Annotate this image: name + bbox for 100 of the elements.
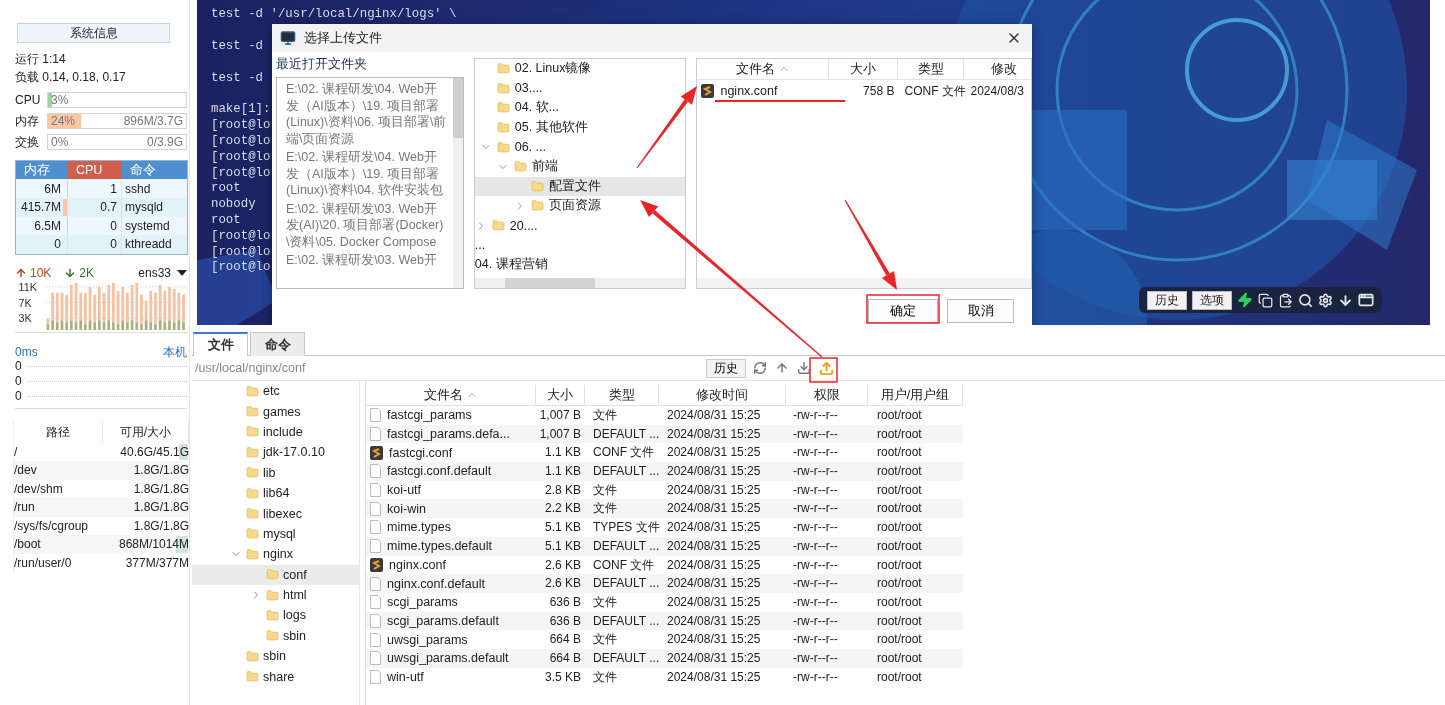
tree-item[interactable]: lib64 (192, 482, 359, 504)
file-name: nginx.conf.default (387, 576, 485, 591)
axis-label: 11K (18, 280, 37, 293)
folder-icon (530, 179, 544, 193)
recent-folder-item[interactable]: E:\02. 课程研发\04. Web开发（AI版本）\19. 项目部署(Linux)\资料\04. 软件安装包 (286, 149, 449, 199)
table-cell-text: 2024/08/31 15:25 (666, 407, 762, 424)
tree-item[interactable]: jdk-17.0.10 (192, 442, 359, 463)
lightning-icon[interactable] (1237, 292, 1253, 308)
host-label: 本机 (163, 344, 187, 359)
column-header[interactable]: 类型 (898, 59, 965, 80)
disk-path: /boot (14, 536, 42, 554)
tree-item[interactable]: 20.... (474, 215, 686, 236)
table-cell-text: 文件 (592, 481, 618, 499)
tree-item[interactable]: nginx (192, 544, 359, 565)
file-name: koi-utf (387, 483, 422, 498)
file-name: koi-win (387, 501, 426, 516)
tree-item[interactable]: share (192, 666, 359, 687)
recent-folder-item[interactable]: E:\02. 课程研发\03. Web开发(AI)\20. 项目部署(Docker)\资料\05. Docker Compose (286, 200, 449, 250)
history-button[interactable]: 历史 (706, 358, 746, 378)
file-icon (370, 483, 381, 498)
table-cell-text: 664 B (548, 631, 582, 649)
tree-item[interactable]: 06. ... (474, 137, 686, 157)
table-row[interactable]: nginx.conf.default 2.6 KB DEFAULT ... 2024/08/31 15:25 -rw-r--r-- root/root (366, 574, 963, 593)
interface-name[interactable]: ens33 (138, 265, 171, 280)
tree-item[interactable]: conf (192, 564, 359, 585)
folder-icon (266, 629, 279, 643)
tree-item[interactable]: etc (192, 381, 359, 402)
window-icon[interactable] (1358, 292, 1374, 308)
section-label: 最近打开文件夹 (276, 56, 368, 72)
column-header[interactable]: 修改 (964, 59, 1031, 80)
tree-item[interactable]: 04. 课程营销 (474, 254, 686, 275)
toolbar-button[interactable]: 选项 (1192, 290, 1232, 310)
tree-item[interactable]: ... (474, 235, 686, 255)
column-header[interactable]: CPU (68, 161, 122, 179)
table-row[interactable]: fastcgi.conf.default 1.1 KB DEFAULT ... 2024/08/31 15:25 -rw-r--r-- root/root (366, 462, 963, 481)
paste-icon[interactable] (1278, 292, 1293, 308)
download-icon[interactable] (796, 359, 812, 377)
folder-icon (496, 140, 510, 154)
tree-item[interactable]: 04. 软... (474, 98, 686, 118)
tree-item[interactable]: 前端 (474, 156, 686, 177)
tree-item[interactable]: mysql (192, 523, 359, 545)
path-field[interactable]: /usr/local/nginx/conf (195, 358, 700, 378)
column-header[interactable]: 大小 (829, 59, 899, 80)
command-cell-text: mysqld (124, 199, 164, 216)
refresh-icon[interactable] (752, 359, 768, 377)
uptime-text: 运行 1:14 (15, 52, 67, 66)
table-cell-text: TYPES 文件 (592, 519, 659, 537)
tree-item[interactable]: 配置文件 (474, 176, 686, 197)
dialog-button[interactable]: 取消 (947, 299, 1014, 323)
dialog-button[interactable]: 确定 (868, 299, 938, 323)
system-info-button[interactable]: 系统信息 (17, 23, 170, 43)
tab[interactable]: 命令 (250, 332, 305, 356)
file-name[interactable]: nginx.conf (720, 84, 778, 99)
tree-item[interactable]: lib (192, 462, 359, 483)
table-cell-text: root/root (876, 407, 923, 424)
scrollbar[interactable] (474, 278, 686, 288)
latency-value: 0 (15, 389, 22, 403)
tree-item[interactable]: games (192, 401, 359, 422)
recent-folder-item[interactable]: E:\02. 课程研发\04. Web开发（AI版本）\19. 项目部署(Linux)\资料\06. 项目部署\前端\页面资源 (286, 81, 449, 147)
tree-item[interactable]: logs (192, 605, 359, 626)
tree-item[interactable]: 页面资源 (474, 196, 686, 216)
copy-icon[interactable] (1258, 292, 1273, 308)
table-cell-text: 5.1 KB (543, 519, 582, 537)
tree-item[interactable]: sbin (192, 625, 359, 647)
table-cell-text: 2024/08/31 15:25 (666, 463, 762, 481)
memory-cell-text: 0 (53, 236, 61, 253)
command-cell-text: systemd (124, 217, 171, 235)
tree-item[interactable]: 03.... (474, 78, 686, 99)
arrow-down-icon[interactable] (1338, 292, 1353, 308)
latency-value: 0 (15, 359, 22, 373)
dropdown-icon[interactable] (177, 269, 187, 276)
scrollbar[interactable] (452, 78, 463, 288)
tree-item[interactable]: include (192, 421, 359, 443)
toolbar-button[interactable]: 历史 (1147, 290, 1187, 310)
tree-item[interactable]: libexec (192, 503, 359, 524)
recent-folder-item[interactable]: E:\02. 课程研发\03. Web开 (286, 252, 449, 269)
folder-icon (513, 160, 527, 174)
scrollbar-thumb[interactable] (452, 78, 463, 138)
tab[interactable]: 文件 (193, 332, 248, 356)
tree-item[interactable]: 05. 其他软件 (474, 117, 686, 138)
table-cell-text: 文件 (592, 593, 618, 611)
table-cell-text: root/root (876, 481, 923, 499)
table-cell-text: 文件 (592, 631, 618, 649)
table-cell-text: DEFAULT ... (592, 575, 659, 593)
settings-icon[interactable] (1318, 292, 1333, 308)
table-cell-text: 2024/08/31 15:25 (666, 481, 762, 499)
table-row[interactable]: koi-win 2.2 KB 文件 2024/08/31 15:25 -rw-r--r-- root/root (366, 499, 963, 519)
tree-item[interactable]: html (192, 584, 359, 606)
axis-label: 3K (18, 311, 32, 324)
file-icon (370, 408, 381, 423)
disk-path: /dev/shm (14, 480, 64, 498)
tree-item[interactable]: sbin (192, 646, 359, 667)
column-header[interactable]: 文件名 (697, 59, 830, 80)
table-cell-text: 2024/08/31 15:25 (666, 612, 762, 630)
file-name: nginx.conf (389, 557, 446, 572)
tree-item[interactable]: 02. Linux镜像 (474, 59, 686, 79)
table-cell-text: -rw-r--r-- (792, 612, 839, 630)
scrollbar[interactable] (697, 278, 1031, 288)
search-icon[interactable] (1298, 292, 1313, 308)
scrollbar-thumb[interactable] (504, 278, 595, 288)
